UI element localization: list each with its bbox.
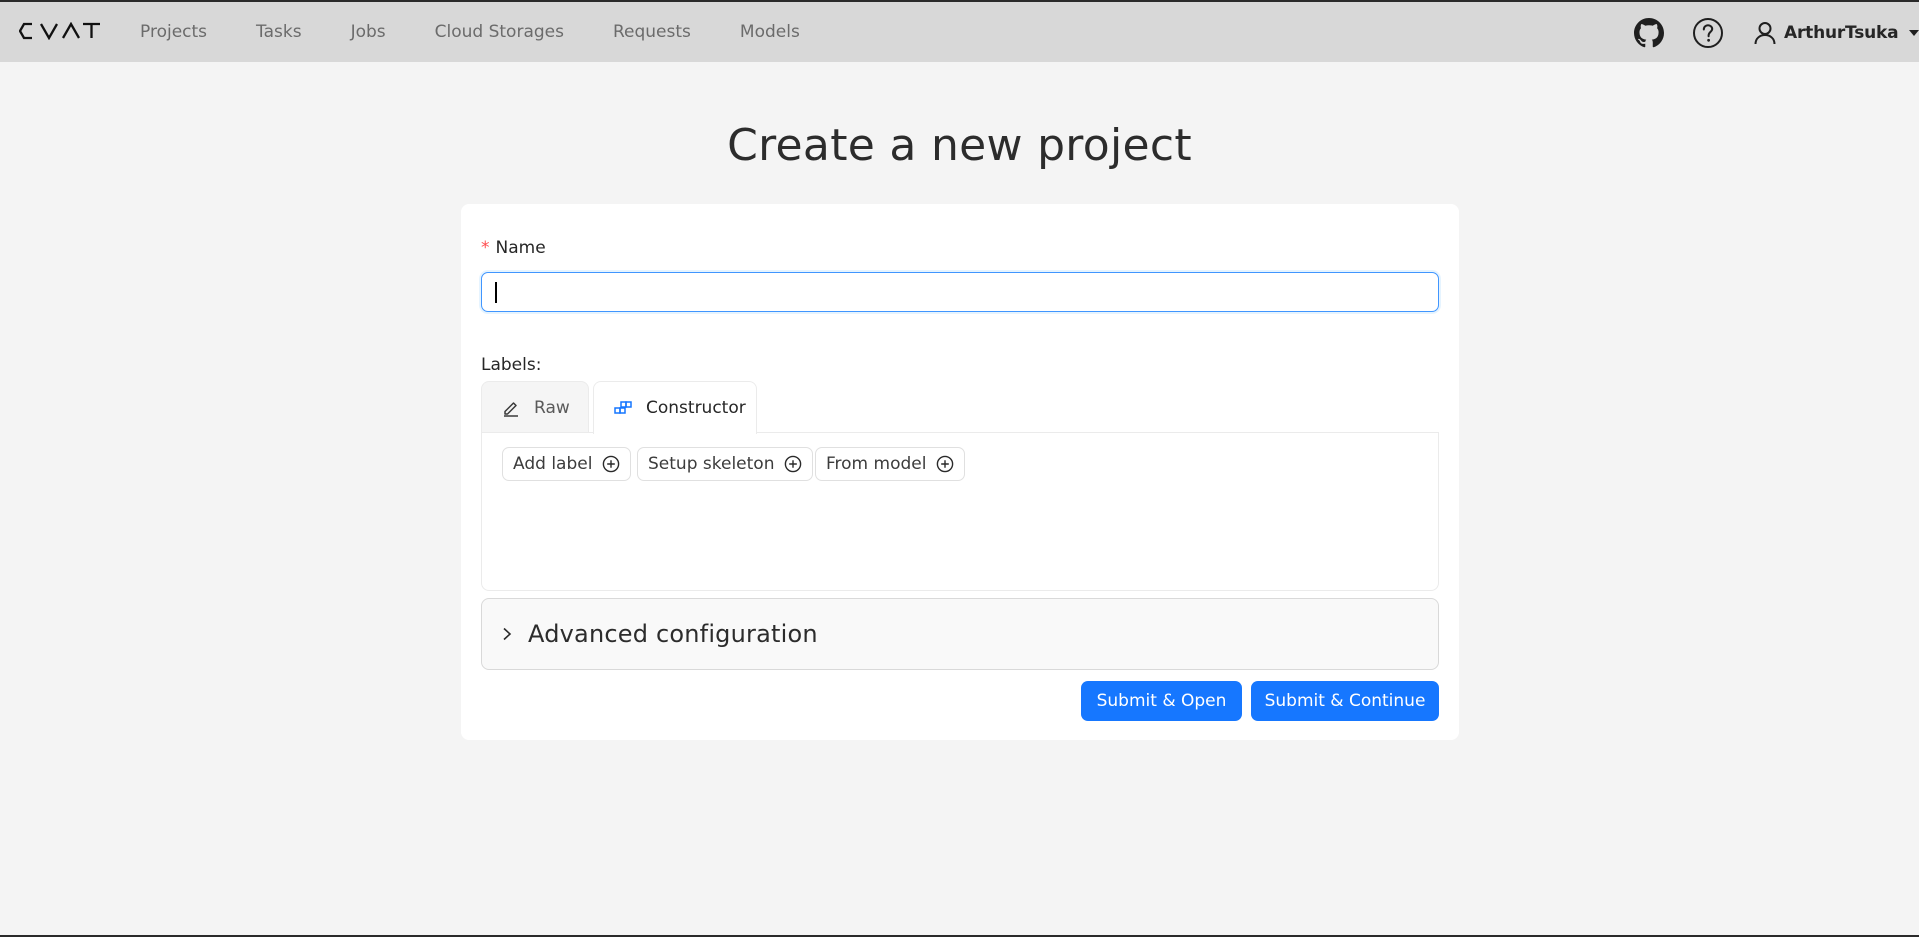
user-menu[interactable]: ArthurTsuka (1754, 19, 1919, 47)
question-circle-icon[interactable] (1692, 17, 1724, 49)
name-field-label: * Name (481, 238, 546, 258)
plus-circle-icon (602, 455, 620, 473)
submit-continue-button[interactable]: Submit & Continue (1251, 681, 1439, 721)
advanced-configuration-title: Advanced configuration (528, 620, 818, 648)
tab-constructor-label: Constructor (646, 398, 746, 418)
submit-open-button[interactable]: Submit & Open (1081, 681, 1242, 721)
add-label-button[interactable]: Add label (502, 447, 632, 481)
nav-jobs[interactable]: Jobs (351, 22, 386, 42)
tab-constructor[interactable]: Constructor (593, 381, 757, 434)
main-nav: Projects Tasks Jobs Cloud Storages Reque… (140, 2, 849, 62)
nav-tasks[interactable]: Tasks (256, 22, 302, 42)
page-title: Create a new project (727, 120, 1192, 171)
nav-models[interactable]: Models (740, 22, 800, 42)
cvat-logo[interactable] (19, 22, 101, 44)
add-label-text: Add label (513, 454, 593, 474)
github-icon[interactable] (1633, 17, 1665, 49)
tab-raw[interactable]: Raw (481, 381, 589, 433)
required-mark: * (481, 238, 490, 258)
from-model-text: From model (826, 454, 927, 474)
chevron-right-icon (502, 627, 512, 641)
build-icon (614, 401, 632, 415)
user-icon (1754, 21, 1776, 45)
setup-skeleton-button[interactable]: Setup skeleton (637, 447, 814, 481)
top-navigation-bar: Projects Tasks Jobs Cloud Storages Reque… (0, 0, 1919, 62)
create-project-form: * Name Labels: Raw Constructor Add label… (461, 204, 1459, 740)
advanced-configuration-collapse[interactable]: Advanced configuration (481, 598, 1439, 670)
from-model-button[interactable]: From model (815, 447, 966, 481)
text-cursor (495, 282, 497, 303)
tab-raw-label: Raw (534, 397, 570, 418)
name-label-text: Name (495, 238, 546, 258)
labels-tabs: Raw Constructor (481, 381, 761, 434)
caret-down-icon (1908, 29, 1919, 37)
setup-skeleton-text: Setup skeleton (648, 454, 775, 474)
project-name-input[interactable] (481, 272, 1439, 312)
nav-requests[interactable]: Requests (613, 22, 691, 42)
plus-circle-icon (936, 455, 954, 473)
labels-label: Labels: (481, 355, 542, 375)
nav-cloud-storages[interactable]: Cloud Storages (435, 22, 564, 42)
plus-circle-icon (784, 455, 802, 473)
constructor-panel: Add label Setup skeleton From model (481, 432, 1439, 591)
nav-projects[interactable]: Projects (140, 22, 207, 42)
user-name: ArthurTsuka (1784, 23, 1899, 43)
edit-icon (502, 399, 520, 417)
